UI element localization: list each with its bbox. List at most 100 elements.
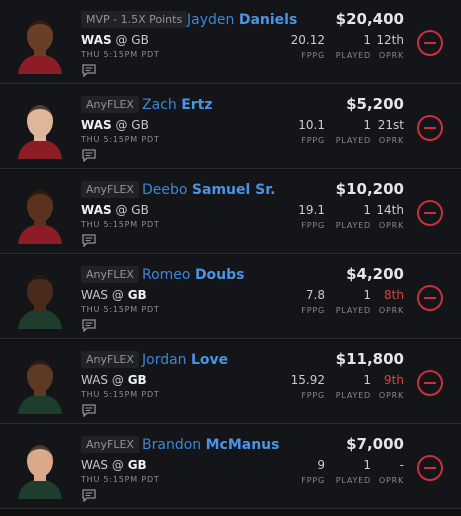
player-salary: $7,000 bbox=[346, 435, 404, 453]
game-time: THU 5:15PM PDT bbox=[81, 475, 160, 484]
game-matchup: WAS @ GB bbox=[81, 373, 147, 388]
player-salary: $4,200 bbox=[346, 265, 404, 283]
at-symbol: @ bbox=[115, 203, 128, 217]
stat-oprk: - OPRK bbox=[379, 458, 404, 487]
player-news-icon[interactable] bbox=[82, 147, 96, 163]
team-abbr: WAS bbox=[81, 203, 112, 217]
stat-oprk-label: OPRK bbox=[378, 221, 404, 230]
stat-fppg-value: 10.1 bbox=[298, 118, 325, 132]
remove-player-button[interactable] bbox=[417, 370, 443, 396]
remove-player-button[interactable] bbox=[417, 455, 443, 481]
stat-oprk-value: 12th bbox=[376, 33, 404, 47]
player-row[interactable]: AnyFLEX Jordan Love $11,800 WAS @ GB THU 5:1… bbox=[0, 340, 461, 424]
player-first-name: Deebo bbox=[142, 182, 188, 198]
at-symbol: @ bbox=[115, 118, 128, 132]
player-last-name: Ertz bbox=[181, 97, 213, 113]
stat-fppg: 9 FPPG bbox=[301, 458, 325, 487]
remove-player-button[interactable] bbox=[417, 115, 443, 141]
player-name-link[interactable]: Deebo Samuel Sr. bbox=[142, 180, 275, 200]
player-last-name: Daniels bbox=[238, 12, 298, 28]
stat-fppg-label: FPPG bbox=[301, 221, 325, 230]
stat-fppg: 15.92 FPPG bbox=[291, 373, 325, 402]
opponent-abbr: GB bbox=[127, 458, 147, 472]
stat-fppg-value: 9 bbox=[317, 458, 325, 472]
player-row[interactable]: AnyFLEX Deebo Samuel Sr. $10,200 WAS @ GB TH… bbox=[0, 170, 461, 254]
player-news-icon[interactable] bbox=[82, 232, 96, 248]
roster-slot-badge: AnyFLEX bbox=[81, 436, 139, 453]
player-avatar bbox=[16, 265, 64, 329]
stat-fppg-label: FPPG bbox=[301, 136, 325, 145]
opponent-abbr: GB bbox=[131, 33, 149, 47]
team-abbr: WAS bbox=[81, 373, 109, 387]
stat-fppg-label: FPPG bbox=[301, 476, 325, 485]
opponent-abbr: GB bbox=[131, 118, 149, 132]
game-time: THU 5:15PM PDT bbox=[81, 220, 160, 229]
stat-played: 1 PLAYED bbox=[336, 118, 371, 147]
stat-played: 1 PLAYED bbox=[336, 458, 371, 487]
stat-played-label: PLAYED bbox=[335, 221, 371, 230]
stat-oprk-label: OPRK bbox=[378, 391, 404, 400]
remove-player-button[interactable] bbox=[417, 30, 443, 56]
stat-fppg-value: 19.1 bbox=[298, 203, 325, 217]
remove-player-button[interactable] bbox=[417, 200, 443, 226]
opponent-abbr: GB bbox=[131, 203, 149, 217]
player-avatar bbox=[16, 350, 64, 414]
player-row[interactable]: AnyFLEX Zach Ertz $5,200 WAS @ GB THU 5:15PM… bbox=[0, 85, 461, 169]
game-time: THU 5:15PM PDT bbox=[81, 305, 160, 314]
player-row[interactable]: AnyFLEX Brandon McManus $7,000 WAS @ GB THU … bbox=[0, 425, 461, 509]
game-matchup: WAS @ GB bbox=[81, 33, 149, 48]
at-symbol: @ bbox=[111, 373, 124, 387]
player-news-icon[interactable] bbox=[82, 317, 96, 333]
game-time: THU 5:15PM PDT bbox=[81, 390, 160, 399]
stat-played-label: PLAYED bbox=[335, 136, 371, 145]
player-row[interactable]: AnyFLEX Romeo Doubs $4,200 WAS @ GB THU 5:15… bbox=[0, 255, 461, 339]
remove-player-button[interactable] bbox=[417, 285, 443, 311]
stat-oprk: 8th OPRK bbox=[379, 288, 404, 317]
game-time: THU 5:15PM PDT bbox=[81, 50, 160, 59]
player-last-name: Doubs bbox=[194, 267, 245, 283]
stat-oprk: 9th OPRK bbox=[379, 373, 404, 402]
player-first-name: Jordan bbox=[142, 352, 187, 368]
roster-slot-badge: AnyFLEX bbox=[81, 96, 139, 113]
stat-played-value: 1 bbox=[363, 458, 371, 472]
player-salary: $11,800 bbox=[335, 350, 404, 368]
player-avatar bbox=[16, 10, 64, 74]
stat-fppg-value: 15.92 bbox=[290, 373, 325, 387]
at-symbol: @ bbox=[111, 458, 124, 472]
player-name-link[interactable]: Zach Ertz bbox=[142, 95, 213, 115]
stat-oprk: 21st OPRK bbox=[378, 118, 404, 147]
stat-fppg-value: 20.12 bbox=[290, 33, 325, 47]
player-row[interactable]: MVP - 1.5X Points Jayden Daniels $20,400 WA… bbox=[0, 0, 461, 84]
stat-fppg-value: 7.8 bbox=[305, 288, 325, 302]
player-name-link[interactable]: Brandon McManus bbox=[142, 435, 279, 455]
stat-oprk-label: OPRK bbox=[378, 136, 404, 145]
team-abbr: WAS bbox=[81, 288, 109, 302]
player-salary: $10,200 bbox=[335, 180, 404, 198]
player-salary: $20,400 bbox=[335, 10, 404, 28]
at-symbol: @ bbox=[115, 33, 128, 47]
roster-slot-badge: AnyFLEX bbox=[81, 351, 139, 368]
player-news-icon[interactable] bbox=[82, 402, 96, 418]
player-first-name: Zach bbox=[142, 97, 177, 113]
opponent-abbr: GB bbox=[127, 373, 147, 387]
roster-slot-badge: AnyFLEX bbox=[81, 266, 139, 283]
player-news-icon[interactable] bbox=[82, 487, 96, 503]
opponent-abbr: GB bbox=[127, 288, 147, 302]
stat-fppg: 10.1 FPPG bbox=[298, 118, 325, 147]
player-name-link[interactable]: Jordan Love bbox=[142, 350, 228, 370]
stat-played: 1 PLAYED bbox=[336, 203, 371, 232]
roster-slot-badge: MVP - 1.5X Points bbox=[81, 11, 188, 28]
game-time: THU 5:15PM PDT bbox=[81, 135, 160, 144]
stat-oprk-value: 9th bbox=[384, 373, 404, 387]
roster-slot-badge: AnyFLEX bbox=[81, 181, 139, 198]
player-salary: $5,200 bbox=[346, 95, 404, 113]
game-matchup: WAS @ GB bbox=[81, 458, 147, 473]
stat-played-label: PLAYED bbox=[335, 51, 371, 60]
player-first-name: Romeo bbox=[142, 267, 191, 283]
stat-oprk: 12th OPRK bbox=[376, 33, 404, 62]
player-name-link[interactable]: Romeo Doubs bbox=[142, 265, 245, 285]
player-name-link[interactable]: Jayden Daniels bbox=[187, 10, 297, 30]
player-news-icon[interactable] bbox=[82, 62, 96, 78]
stat-played-value: 1 bbox=[363, 203, 371, 217]
stat-fppg-label: FPPG bbox=[301, 51, 325, 60]
